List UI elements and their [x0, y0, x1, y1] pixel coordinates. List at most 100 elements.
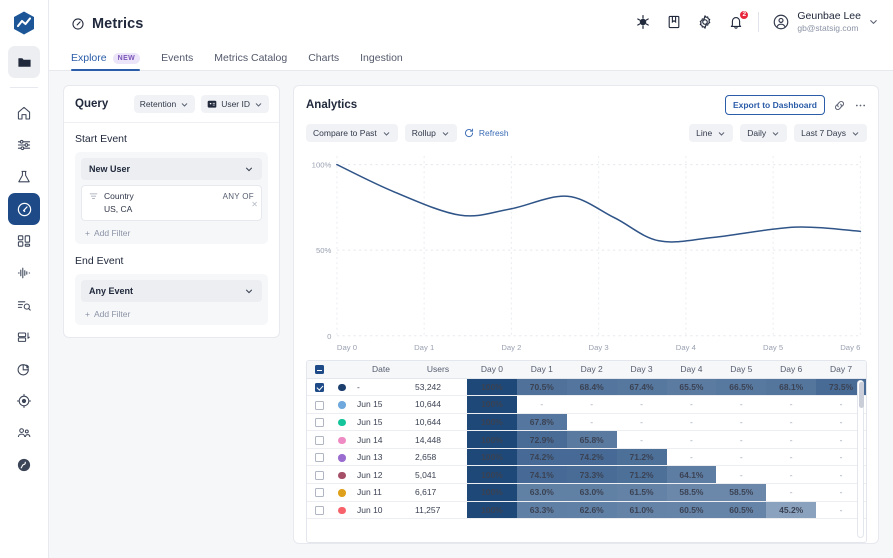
chevron-down-icon[interactable]: [868, 16, 879, 27]
start-event-select[interactable]: New User: [81, 158, 262, 180]
row-checkbox[interactable]: [307, 413, 331, 432]
flask-icon[interactable]: [8, 161, 40, 193]
pulse-icon[interactable]: [8, 257, 40, 289]
chevron-down-icon: [382, 129, 391, 138]
date-range-selector[interactable]: Last 7 Days: [794, 124, 867, 142]
table-row[interactable]: Jun 14 14,448 100% 72.9% 65.8% - - - - -: [307, 430, 866, 449]
row-checkbox-box[interactable]: [314, 400, 324, 410]
retention-cell: 60.5%: [716, 501, 767, 520]
row-date: Jun 15: [353, 395, 409, 414]
query-type-selector[interactable]: Retention: [133, 95, 196, 113]
home-icon[interactable]: [8, 97, 40, 129]
bell-icon[interactable]: 2: [727, 9, 750, 31]
tab-metrics-catalog[interactable]: Metrics Catalog: [214, 52, 287, 71]
user-menu[interactable]: Geunbae Lee gb@statsig.com: [772, 10, 879, 34]
retention-cell: 63.0%: [516, 483, 567, 502]
refresh-button[interactable]: Refresh: [464, 124, 516, 142]
series-color-dot: [338, 418, 346, 427]
retention-cell: 100%: [467, 448, 517, 467]
row-checkbox[interactable]: [307, 378, 331, 397]
column-header-day-4: Day 4: [666, 361, 717, 379]
grid-icon[interactable]: [8, 225, 40, 257]
tab-events[interactable]: Events: [161, 52, 193, 71]
table-scrollbar[interactable]: [857, 380, 864, 538]
table-row[interactable]: Jun 10 11,257 100% 63.3% 62.6% 61.0% 60.5% 60.5…: [307, 501, 866, 520]
id-type-selector[interactable]: User ID: [201, 95, 269, 113]
row-checkbox-box[interactable]: [314, 506, 324, 516]
retention-cell: -: [566, 395, 617, 414]
people-icon[interactable]: [8, 417, 40, 449]
select-all-box[interactable]: [314, 365, 324, 375]
row-date: Jun 15: [353, 413, 409, 432]
retention-cell: 100%: [467, 395, 517, 414]
bug-icon[interactable]: [634, 13, 652, 31]
sliders-icon[interactable]: [8, 129, 40, 161]
row-date: Jun 11: [353, 483, 409, 502]
row-checkbox[interactable]: [307, 483, 331, 502]
row-checkbox[interactable]: [307, 465, 331, 485]
retention-cell: 74.1%: [516, 465, 567, 485]
series-color-dot: [338, 471, 346, 480]
query-panel: Query Retention User ID Start Event New …: [63, 85, 280, 338]
retention-table-container[interactable]: Date Users Day 0 Day 1 Day 2 Day 3 Day 4 Day 5D…: [306, 360, 867, 543]
scrollbar-thumb[interactable]: [858, 382, 864, 408]
row-checkbox[interactable]: [307, 448, 331, 467]
table-row[interactable]: -53,242 100% 70.5% 68.4% 67.4% 65.5% 66.5% 68.1…: [307, 378, 866, 397]
row-checkbox[interactable]: [307, 430, 331, 449]
folder-icon[interactable]: [8, 46, 40, 78]
gauge-icon[interactable]: [8, 193, 40, 225]
row-color-dot: [331, 483, 353, 502]
retention-cell: 71.2%: [616, 465, 667, 485]
row-color-dot: [331, 378, 353, 397]
start-add-filter-button[interactable]: + Add Filter: [81, 228, 262, 238]
tag-icon[interactable]: [8, 321, 40, 353]
row-checkbox-box[interactable]: [314, 382, 324, 392]
close-icon[interactable]: ✕: [251, 200, 258, 209]
analytics-header-actions: Export to Dashboard: [724, 95, 867, 115]
start-event-filter[interactable]: Country ANY OF US, CA ✕: [81, 185, 262, 221]
pie-chart-icon[interactable]: [8, 353, 40, 385]
filter-top-row: Country ANY OF: [89, 191, 254, 201]
column-header-day-0: Day 0: [467, 361, 517, 379]
table-row[interactable]: Jun 11 6,617 100% 63.0% 63.0% 61.5% 58.5% 58.5%…: [307, 483, 866, 502]
tab-ingestion-label: Ingestion: [360, 52, 403, 64]
row-checkbox[interactable]: [307, 395, 331, 414]
rollup-selector[interactable]: Rollup: [404, 124, 457, 142]
globe-icon[interactable]: [8, 449, 40, 481]
column-header-day-3: Day 3: [616, 361, 667, 379]
chevron-down-icon: [244, 164, 254, 174]
gear-icon[interactable]: [696, 13, 714, 31]
tab-explore[interactable]: Explore NEW: [71, 52, 141, 71]
tab-metrics-catalog-label: Metrics Catalog: [214, 52, 288, 64]
tab-ingestion[interactable]: Ingestion: [360, 52, 403, 71]
row-checkbox-box[interactable]: [314, 435, 324, 445]
row-checkbox-box[interactable]: [314, 453, 324, 463]
column-header-day-6: Day 6: [766, 361, 817, 379]
table-row[interactable]: Jun 13 2,658 100% 74.2% 74.2% 71.2% - - - -: [307, 448, 866, 467]
chart-type-selector[interactable]: Line: [689, 124, 734, 142]
row-checkbox-box[interactable]: [314, 488, 324, 498]
table-row[interactable]: Jun 12 5,041 100% 74.1% 73.3% 71.2% 64.1% - - -: [307, 465, 866, 485]
ellipsis-icon[interactable]: [854, 99, 867, 112]
row-checkbox-box[interactable]: [314, 470, 324, 480]
statsig-logo[interactable]: [9, 8, 39, 38]
table-row[interactable]: Jun 15 10,644 100% 67.8% - - - - - -: [307, 413, 866, 432]
end-event-select[interactable]: Any Event: [81, 280, 262, 302]
select-all-checkbox[interactable]: [307, 361, 331, 379]
tab-events-label: Events: [161, 52, 194, 64]
link-icon[interactable]: [833, 99, 846, 112]
row-checkbox-box[interactable]: [314, 418, 324, 428]
granularity-selector[interactable]: Daily: [740, 124, 788, 142]
book-icon[interactable]: [665, 13, 683, 31]
tab-explore-label: Explore: [71, 52, 107, 64]
tab-charts[interactable]: Charts: [308, 52, 339, 71]
start-event-value: New User: [89, 164, 131, 174]
table-row[interactable]: Jun 15 10,644 100% - - - - - - -: [307, 395, 866, 414]
compare-to-past-selector[interactable]: Compare to Past: [306, 124, 398, 142]
gauge-icon: [71, 17, 85, 31]
row-checkbox[interactable]: [307, 501, 331, 520]
target-icon[interactable]: [8, 385, 40, 417]
list-search-icon[interactable]: [8, 289, 40, 321]
end-add-filter-button[interactable]: + Add Filter: [81, 309, 262, 319]
export-to-dashboard-button[interactable]: Export to Dashboard: [724, 95, 825, 115]
